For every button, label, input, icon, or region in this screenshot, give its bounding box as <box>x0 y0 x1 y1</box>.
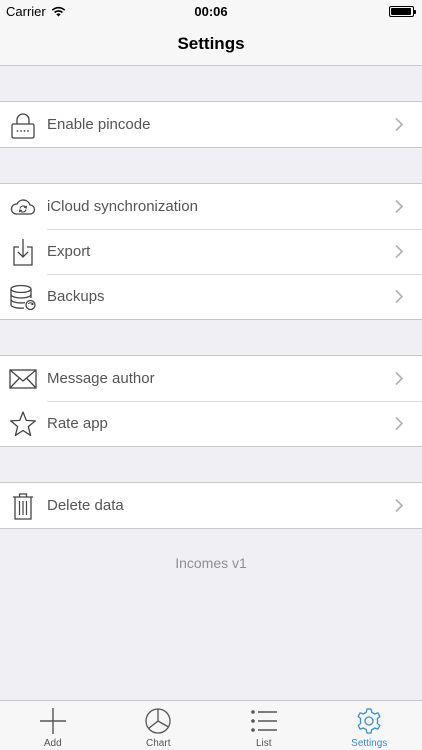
app-version-label: Incomes v1 <box>175 555 247 571</box>
settings-group-security: Enable pincode <box>0 101 422 148</box>
chevron-right-icon <box>395 244 404 259</box>
settings-row-label: Rate app <box>47 415 108 432</box>
chevron-right-icon <box>395 416 404 431</box>
settings-row-export[interactable]: Export <box>0 229 422 274</box>
settings-content: Enable pincode iCloud synchronization Ex… <box>0 66 422 529</box>
pie-chart-icon <box>145 708 171 734</box>
settings-row-label: Export <box>47 243 91 260</box>
tab-settings[interactable]: Settings <box>317 701 422 750</box>
settings-row-label: Message author <box>47 370 155 387</box>
page-title: Settings <box>177 33 245 53</box>
cloud-sync-icon <box>10 199 36 215</box>
battery-fill <box>391 8 411 15</box>
lock-icon <box>11 113 35 139</box>
envelope-icon <box>9 369 37 389</box>
tab-label: Add <box>43 738 62 749</box>
settings-row-message-author[interactable]: Message author <box>0 356 422 401</box>
chevron-right-icon <box>395 371 404 386</box>
tab-chart[interactable]: Chart <box>106 701 212 750</box>
settings-group-feedback: Message author Rate app <box>0 355 422 447</box>
plus-icon <box>39 708 66 734</box>
settings-row-label: Enable pincode <box>47 116 151 133</box>
chevron-right-icon <box>395 498 404 513</box>
database-icon <box>10 284 36 311</box>
tab-label: Settings <box>351 738 388 749</box>
gear-icon <box>357 708 381 734</box>
settings-row-rate-app[interactable]: Rate app <box>0 401 422 446</box>
tab-add[interactable]: Add <box>0 701 106 750</box>
tab-label: Chart <box>146 738 171 749</box>
status-time: 00:06 <box>194 4 228 19</box>
battery-icon <box>389 6 416 17</box>
star-icon <box>10 411 36 437</box>
settings-row-label: iCloud synchronization <box>47 198 198 215</box>
navigation-bar: Settings <box>0 22 422 66</box>
tab-label: List <box>255 738 272 749</box>
tab-list[interactable]: List <box>211 701 317 750</box>
settings-row-label: Backups <box>47 288 105 305</box>
settings-group-data: iCloud synchronization Export Backups <box>0 183 422 320</box>
chevron-right-icon <box>395 117 404 132</box>
settings-row-delete-data[interactable]: Delete data <box>0 483 422 528</box>
settings-group-danger: Delete data <box>0 482 422 529</box>
list-icon <box>250 710 277 732</box>
status-bar: Carrier 00:06 <box>0 0 422 22</box>
settings-row-backups[interactable]: Backups <box>0 274 422 319</box>
settings-row-icloud-sync[interactable]: iCloud synchronization <box>0 184 422 229</box>
export-icon <box>13 239 33 266</box>
chevron-right-icon <box>395 289 404 304</box>
settings-row-label: Delete data <box>47 497 124 514</box>
chevron-right-icon <box>395 199 404 214</box>
trash-icon <box>13 493 33 520</box>
settings-row-enable-pincode[interactable]: Enable pincode <box>0 102 422 147</box>
tab-bar: Add Chart List Settings <box>0 700 422 750</box>
